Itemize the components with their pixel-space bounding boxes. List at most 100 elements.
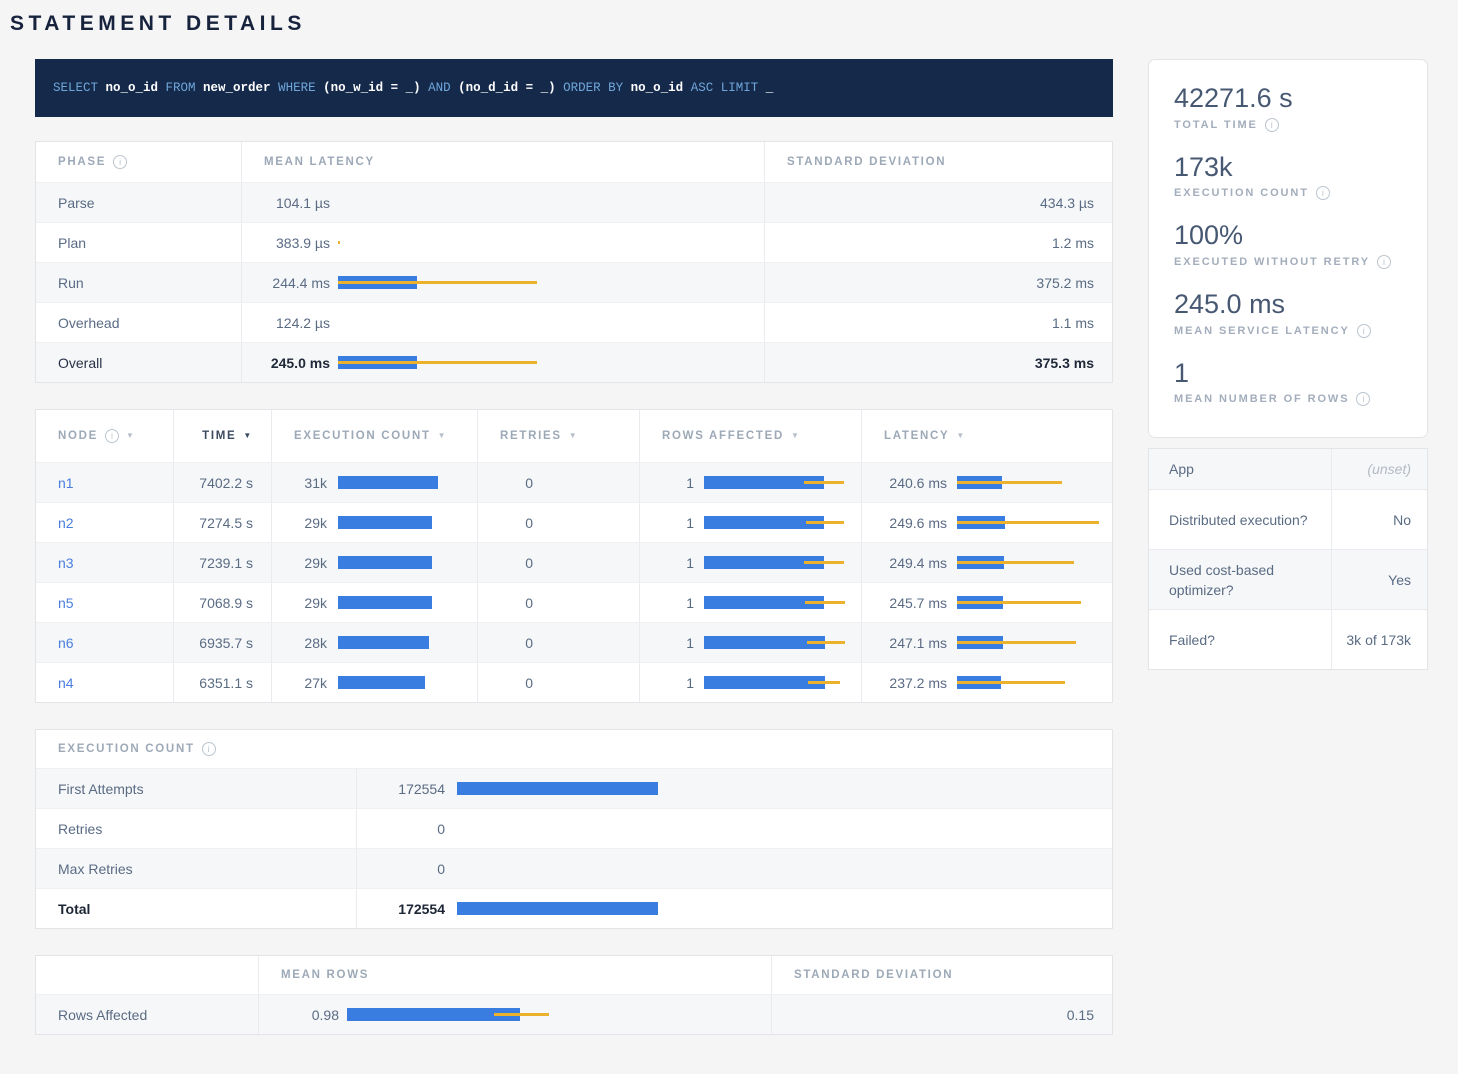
execution-count-row: Retries0 <box>36 808 1112 848</box>
mean-rows-header-label: MEAN ROWS <box>281 969 369 981</box>
latency-value: 245.7 ms <box>862 595 947 611</box>
mean-latency-value: 245.0 ms <box>242 355 330 371</box>
stat-label: EXECUTION COUNT i <box>1174 186 1403 200</box>
execution-count-row: Max Retries 0 <box>36 848 1112 888</box>
time-value: 7068.9 s <box>199 595 253 611</box>
execution-count-bar <box>338 636 477 649</box>
retries-cell: 0 <box>477 543 639 582</box>
sql-identifier: no_o_id <box>631 81 684 95</box>
time-value: 7402.2 s <box>199 475 253 491</box>
bar-stddev-yellow <box>808 681 840 684</box>
rows-affected-bar <box>704 596 861 609</box>
execution-count-table: EXECUTION COUNT i First Attempts172554Re… <box>35 729 1113 929</box>
bar-mean-blue <box>338 676 425 689</box>
latency-bar <box>957 516 1112 529</box>
column-header-node[interactable]: NODEi▼ <box>36 410 173 462</box>
info-icon[interactable]: i <box>1316 186 1330 200</box>
column-header-time[interactable]: TIME▼ <box>173 410 271 462</box>
bar-mean-blue <box>338 516 432 529</box>
rows-affected-cell: 1 <box>639 663 861 702</box>
node-table-body: n17402.2 s31k01240.6 msn27274.5 s29k0124… <box>36 462 1112 702</box>
sql-keyword: ORDER BY <box>556 81 631 95</box>
node-link[interactable]: n5 <box>36 595 74 611</box>
latency-bar <box>957 556 1112 569</box>
node-link[interactable]: n6 <box>36 635 74 651</box>
sort-arrow-icon: ▼ <box>569 432 579 440</box>
column-header-rows-affected[interactable]: ROWS AFFECTED▼ <box>639 410 861 462</box>
rows-affected-bar <box>704 676 861 689</box>
bar-stddev-yellow <box>807 641 845 644</box>
mean-rows-bar <box>347 1008 771 1021</box>
column-header-execution-count[interactable]: EXECUTION COUNT▼ <box>271 410 477 462</box>
execution-count-value-cell: 0 <box>356 849 1112 888</box>
execution-count-row-label: Max Retries <box>36 861 133 877</box>
latency-bar <box>957 596 1112 609</box>
info-icon[interactable]: i <box>202 742 216 756</box>
info-icon[interactable]: i <box>113 155 127 169</box>
stddev-cell: 1.1 ms <box>764 303 1112 342</box>
rows-affected-row-label: Rows Affected <box>36 1007 147 1023</box>
execution-count-row-label: Total <box>36 901 90 917</box>
column-header-mean-latency: MEAN LATENCY <box>241 142 764 182</box>
sql-statement-text: SELECT no_o_id FROM new_order WHERE (no_… <box>53 81 773 95</box>
execution-count-cell: 31k <box>271 463 477 502</box>
execution-count-value-cell: 172554 <box>356 769 1112 808</box>
column-header-phase: PHASE i <box>36 142 241 182</box>
app-detail-value: 3k of 173k <box>1331 610 1427 669</box>
time-cell: 7274.5 s <box>173 503 271 542</box>
rows-affected-label-cell: Rows Affected <box>36 995 258 1034</box>
stat-label: MEAN NUMBER OF ROWSi <box>1174 392 1403 406</box>
retries-cell: 0 <box>477 583 639 622</box>
stat-label-text: EXECUTED WITHOUT RETRY <box>1174 256 1370 268</box>
latency-cell: 240.6 ms <box>861 463 1112 502</box>
retries-cell: 0 <box>477 623 639 662</box>
execution-count-value: 29k <box>272 555 327 571</box>
node-link[interactable]: n2 <box>36 515 74 531</box>
node-link[interactable]: n4 <box>36 675 74 691</box>
execution-count-cell: 29k <box>271 583 477 622</box>
rows-affected-value: 1 <box>640 675 694 691</box>
stat-value: 1 <box>1174 359 1403 389</box>
rows-affected-value: 1 <box>640 475 694 491</box>
info-icon[interactable]: i <box>1356 392 1370 406</box>
column-header-execution-count: EXECUTION COUNT i <box>36 730 1112 768</box>
column-header-retries[interactable]: RETRIES▼ <box>477 410 639 462</box>
mean-latency-bar <box>338 236 764 249</box>
sql-identifier: new_order <box>203 81 271 95</box>
stddev-value: 0.15 <box>1067 1007 1094 1023</box>
mean-latency-bar <box>338 276 764 289</box>
mean-rows-cell: 0.98 <box>258 995 771 1034</box>
node-link[interactable]: n1 <box>36 475 74 491</box>
page-title: STATEMENT DETAILS <box>10 12 1458 36</box>
rows-affected-cell: 1 <box>639 583 861 622</box>
bar-stddev-yellow <box>957 641 1076 644</box>
app-detail-label: Distributed execution? <box>1149 490 1331 549</box>
stat-executed-without-retry: 100%EXECUTED WITHOUT RETRYi <box>1174 221 1403 269</box>
side-column: 42271.6 sTOTAL TIMEi173kEXECUTION COUNTi… <box>1148 59 1428 670</box>
main-column: SELECT no_o_id FROM new_order WHERE (no_… <box>35 59 1113 1035</box>
stat-value: 245.0 ms <box>1174 290 1403 320</box>
time-value: 6935.7 s <box>199 635 253 651</box>
node-row: n66935.7 s28k01247.1 ms <box>36 622 1112 662</box>
info-icon[interactable]: i <box>1357 324 1371 338</box>
stat-label-text: MEAN SERVICE LATENCY <box>1174 325 1350 337</box>
stat-label-text: EXECUTION COUNT <box>1174 187 1309 199</box>
time-cell: 6351.1 s <box>173 663 271 702</box>
sql-keyword: FROM <box>158 81 203 95</box>
bar-mean-blue <box>457 902 658 915</box>
latency-cell: 245.7 ms <box>861 583 1112 622</box>
node-row: n27274.5 s29k01249.6 ms <box>36 502 1112 542</box>
execution-count-row-label: First Attempts <box>36 781 144 797</box>
execution-count-cell: 27k <box>271 663 477 702</box>
execution-count-row-label: Retries <box>36 821 102 837</box>
info-icon[interactable]: i <box>1377 255 1391 269</box>
sql-statement: SELECT no_o_id FROM new_order WHERE (no_… <box>35 59 1113 117</box>
column-header-latency[interactable]: LATENCY▼ <box>861 410 1112 462</box>
node-link[interactable]: n3 <box>36 555 74 571</box>
bar-stddev-yellow <box>494 1013 549 1016</box>
info-icon[interactable]: i <box>1265 118 1279 132</box>
rows-affected-cell: 1 <box>639 543 861 582</box>
column-header-standard-deviation: STANDARD DEVIATION <box>771 956 1112 994</box>
stat-total-time: 42271.6 sTOTAL TIMEi <box>1174 84 1403 132</box>
info-icon[interactable]: i <box>105 429 119 443</box>
